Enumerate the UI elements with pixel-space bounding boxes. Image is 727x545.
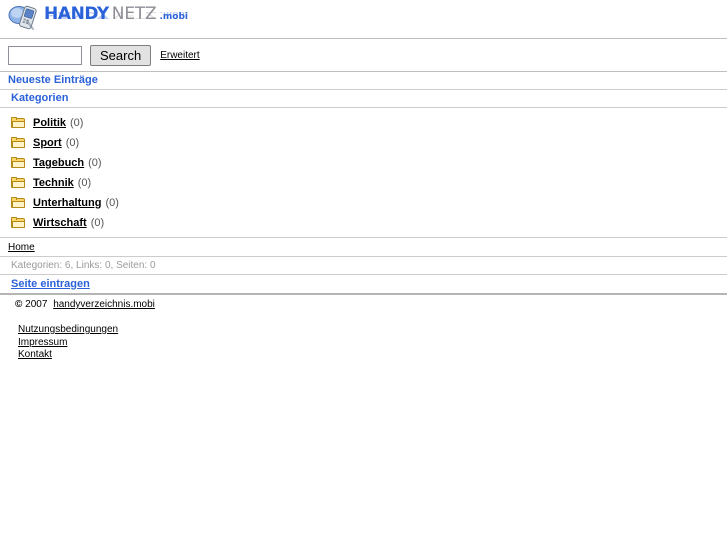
- folder-icon: [11, 157, 26, 169]
- folder-icon: [11, 197, 26, 209]
- category-link-politik[interactable]: Politik: [33, 117, 66, 129]
- submit-site-link[interactable]: Seite eintragen: [11, 278, 90, 290]
- logo-text-handy: HANDY: [44, 4, 109, 24]
- category-link-wirtschaft[interactable]: Wirtschaft: [33, 217, 87, 229]
- site-logo[interactable]: HANDY NETZ .mobi HANDY NETZ .mobi: [8, 4, 727, 38]
- list-item[interactable]: Technik (0): [0, 173, 727, 193]
- legal-link-terms[interactable]: Nutzungsbedingungen: [18, 324, 118, 337]
- list-item[interactable]: Unterhaltung (0): [0, 193, 727, 213]
- category-count: (0): [105, 197, 119, 209]
- list-item[interactable]: Sport (0): [0, 133, 727, 153]
- search-button[interactable]: Search: [90, 44, 152, 66]
- legal-links: Nutzungsbedingungen Impressum Kontakt: [0, 310, 727, 362]
- category-count: (0): [65, 137, 80, 149]
- folder-icon: [11, 177, 26, 189]
- section-heading-categories: Kategorien: [11, 92, 69, 104]
- legal-link-contact[interactable]: Kontakt: [18, 349, 52, 362]
- search-bar: Search Erweitert: [0, 39, 727, 71]
- category-count: (0): [77, 177, 92, 189]
- copyright-line: © 2007 handyverzeichnis.mobi: [0, 295, 727, 310]
- logo-text-netz: NETZ: [111, 4, 157, 24]
- category-count: (0): [70, 117, 84, 129]
- advanced-search-link[interactable]: Erweitert: [160, 50, 199, 61]
- list-item[interactable]: Politik (0): [0, 113, 727, 133]
- logo-wordmark: HANDY NETZ .mobi: [44, 6, 188, 23]
- site-header: HANDY NETZ .mobi HANDY NETZ .mobi: [0, 0, 727, 38]
- list-item[interactable]: Tagebuch (0): [0, 153, 727, 173]
- copyright-symbol: ©: [15, 299, 23, 310]
- logo-text-mobi: .mobi: [159, 12, 189, 22]
- folder-icon: [11, 137, 26, 149]
- category-count: (0): [88, 157, 102, 169]
- list-item[interactable]: Wirtschaft (0): [0, 213, 727, 233]
- search-input[interactable]: [8, 45, 82, 65]
- category-count: (0): [90, 217, 105, 229]
- folder-icon: [11, 217, 26, 229]
- submit-site-row: Seite eintragen: [0, 275, 727, 293]
- category-list: Politik (0) Sport (0) Tagebuch (0) Techn…: [0, 108, 727, 237]
- category-link-technik[interactable]: Technik: [33, 177, 74, 189]
- category-link-unterhaltung[interactable]: Unterhaltung: [33, 197, 101, 209]
- category-link-tagebuch[interactable]: Tagebuch: [33, 157, 84, 169]
- category-link-sport[interactable]: Sport: [33, 137, 62, 149]
- breadcrumb-link-home[interactable]: Home: [8, 242, 35, 253]
- legal-link-imprint[interactable]: Impressum: [18, 337, 67, 350]
- copyright-site-link[interactable]: handyverzeichnis.mobi: [53, 299, 155, 310]
- copyright-year: 2007: [25, 299, 48, 310]
- section-heading-latest-entries: Neueste Einträge: [8, 74, 98, 86]
- site-statistics: Kategorien: 6, Links: 0, Seiten: 0: [11, 260, 156, 271]
- folder-icon: [11, 117, 26, 129]
- mobile-phone-icon: [8, 4, 42, 34]
- breadcrumb: Home: [0, 238, 727, 256]
